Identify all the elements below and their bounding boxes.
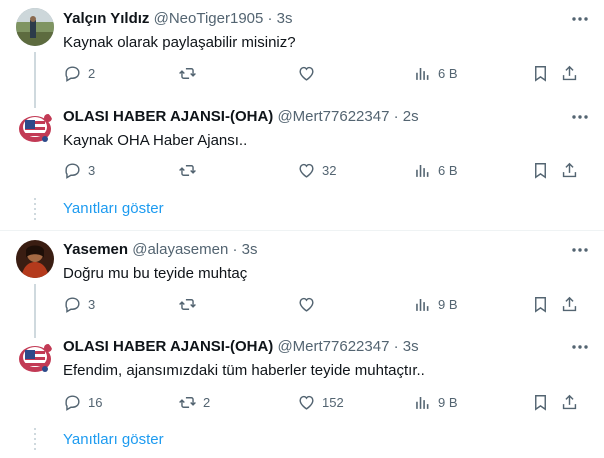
avatar[interactable] (16, 108, 54, 146)
tweet-header: OLASI HABER AJANSI-(OHA) @Mert77622347 ·… (63, 338, 419, 355)
share-icon (562, 296, 577, 311)
share-button[interactable] (560, 158, 579, 182)
bookmark-icon (535, 296, 546, 313)
avatar[interactable] (16, 8, 54, 46)
view-count: 6 B (438, 65, 458, 81)
views-button[interactable]: 9 B (413, 292, 458, 316)
display-name[interactable]: OLASI HABER AJANSI-(OHA) (63, 108, 273, 125)
tweet-text: Kaynak OHA Haber Ajansı.. (63, 132, 248, 149)
tweet-text: Kaynak olarak paylaşabilir misiniz? (63, 34, 296, 51)
more-options-icon[interactable] (570, 337, 590, 357)
display-name[interactable]: Yalçın Yıldız (63, 10, 149, 27)
thread-line (34, 52, 36, 100)
bookmark-icon (535, 65, 546, 82)
reply-button[interactable]: 3 (63, 292, 95, 316)
reply-icon (65, 65, 80, 82)
share-icon (562, 65, 577, 80)
tweet-actions: 16 2 152 9 B (63, 390, 585, 414)
view-count: 6 B (438, 162, 458, 178)
tweet-header: OLASI HABER AJANSI-(OHA) @Mert77622347 ·… (63, 108, 419, 125)
reply-count: 2 (88, 65, 96, 81)
bookmark-icon (535, 394, 546, 411)
views-button[interactable]: 6 B (413, 61, 458, 85)
thread-dots (34, 198, 36, 220)
tweet-text: Efendim, ajansımızdaki tüm haberler teyi… (63, 362, 425, 379)
reply-icon (65, 394, 80, 411)
retweet-button[interactable] (178, 292, 203, 316)
share-button[interactable] (560, 61, 579, 85)
share-button[interactable] (560, 292, 579, 316)
show-replies-link[interactable]: Yanıtları göster (63, 431, 164, 448)
reply-count: 3 (88, 296, 96, 312)
views-button[interactable]: 9 B (413, 390, 458, 414)
thread-dots (34, 428, 36, 450)
like-count: 152 (322, 394, 344, 410)
show-replies-link[interactable]: Yanıtları göster (63, 200, 164, 217)
share-icon (562, 162, 577, 177)
retweet-icon (179, 67, 196, 79)
tweet-header: Yasemen @alayasemen · 3s (63, 241, 258, 258)
display-name[interactable]: OLASI HABER AJANSI-(OHA) (63, 338, 273, 355)
retweet-button[interactable] (178, 158, 203, 182)
handle-and-time[interactable]: @alayasemen · 3s (132, 241, 257, 258)
retweet-button[interactable] (178, 61, 203, 85)
heart-icon (299, 163, 314, 178)
avatar[interactable] (16, 338, 54, 376)
bookmark-button[interactable] (531, 390, 550, 414)
retweet-icon (179, 298, 196, 310)
tweet-3[interactable]: Yasemen @alayasemen · 3s Doğru mu bu tey… (0, 231, 604, 330)
reply-button[interactable]: 3 (63, 158, 95, 182)
tweet-1[interactable]: Yalçın Yıldız @NeoTiger1905 · 3s Kaynak … (0, 0, 604, 100)
bookmark-icon (535, 162, 546, 179)
handle-and-time[interactable]: @Mert77622347 · 2s (277, 108, 418, 125)
retweet-button[interactable]: 2 (178, 390, 210, 414)
bookmark-button[interactable] (531, 292, 550, 316)
tweet-text: Doğru mu bu teyide muhtaç (63, 265, 248, 282)
share-icon (562, 394, 577, 409)
like-button[interactable]: 152 (297, 390, 344, 414)
bookmark-button[interactable] (531, 61, 550, 85)
retweet-icon (179, 164, 196, 176)
tweet-4[interactable]: OLASI HABER AJANSI-(OHA) @Mert77622347 ·… (0, 330, 604, 424)
views-button[interactable]: 6 B (413, 158, 458, 182)
handle-and-time[interactable]: @NeoTiger1905 · 3s (154, 10, 293, 27)
reply-count: 16 (88, 394, 103, 410)
thread-line (34, 284, 36, 330)
reply-count: 3 (88, 162, 96, 178)
like-button[interactable]: 32 (297, 158, 336, 182)
like-count: 32 (322, 162, 337, 178)
analytics-icon (416, 164, 429, 177)
bookmark-button[interactable] (531, 158, 550, 182)
tweet-actions: 2 6 B (63, 61, 585, 85)
display-name[interactable]: Yasemen (63, 241, 128, 258)
retweet-icon (179, 396, 196, 408)
tweet-2[interactable]: OLASI HABER AJANSI-(OHA) @Mert77622347 ·… (0, 100, 604, 194)
thread-line (34, 100, 36, 108)
heart-icon (299, 66, 314, 81)
reply-button[interactable]: 16 (63, 390, 102, 414)
like-button[interactable] (297, 292, 322, 316)
tweet-header: Yalçın Yıldız @NeoTiger1905 · 3s (63, 10, 293, 27)
view-count: 9 B (438, 296, 458, 312)
more-options-icon[interactable] (570, 9, 590, 29)
reply-button[interactable]: 2 (63, 61, 95, 85)
share-button[interactable] (560, 390, 579, 414)
analytics-icon (416, 298, 429, 311)
tweet-actions: 3 32 6 B (63, 158, 585, 182)
analytics-icon (416, 396, 429, 409)
view-count: 9 B (438, 394, 458, 410)
more-options-icon[interactable] (570, 107, 590, 127)
tweet-actions: 3 9 B (63, 292, 585, 316)
like-button[interactable] (297, 61, 322, 85)
analytics-icon (416, 67, 429, 80)
heart-icon (299, 297, 314, 312)
avatar[interactable] (16, 240, 54, 278)
reply-icon (65, 296, 80, 313)
thread-line (34, 330, 36, 338)
retweet-count: 2 (203, 394, 211, 410)
more-options-icon[interactable] (570, 240, 590, 260)
handle-and-time[interactable]: @Mert77622347 · 3s (277, 338, 418, 355)
heart-icon (299, 395, 314, 410)
reply-icon (65, 162, 80, 179)
